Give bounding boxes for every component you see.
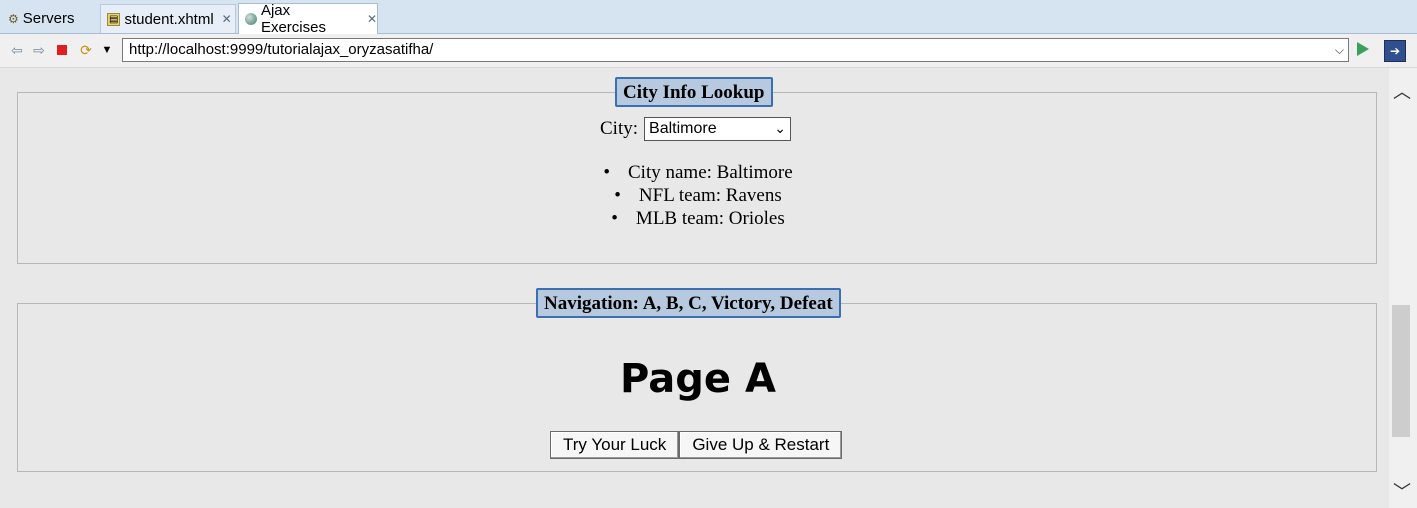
tab-label: Ajax Exercises xyxy=(260,2,326,36)
open-external-icon[interactable]: ➔ xyxy=(1384,40,1406,62)
bullet-icon: • xyxy=(614,185,621,206)
chevron-down-icon[interactable]: ▼ xyxy=(99,42,115,58)
city-info-list: • City name: Baltimore • NFL team: Ravens … xyxy=(18,161,1378,230)
bullet-icon: • xyxy=(603,162,610,183)
page-title: Page A xyxy=(620,356,776,402)
button-row: Try Your Luck Give Up & Restart xyxy=(550,431,843,459)
editor-tab-bar: ⚙ Servers ▤ student.xhtml ✕ Ajax Exercis… xyxy=(0,0,1417,36)
give-up-restart-button[interactable]: Give Up & Restart xyxy=(679,431,843,459)
url-input[interactable]: http://localhost:9999/tutorialajax_oryza… xyxy=(122,38,1349,62)
globe-icon xyxy=(245,13,257,25)
servers-icon: ⚙ xyxy=(8,11,19,26)
navigation-panel-legend: Navigation: A, B, C, Victory, Defeat xyxy=(536,288,841,318)
xhtml-file-icon: ▤ xyxy=(107,12,121,26)
scroll-down-icon[interactable]: ﹀ xyxy=(1393,478,1411,504)
browser-toolbar: ⇦ ⇨ ⟳ ▼ http://localhost:9999/tutorialaj… xyxy=(0,34,1417,68)
close-icon[interactable]: ✕ xyxy=(222,12,232,26)
city-panel-legend: City Info Lookup xyxy=(615,77,773,107)
list-item: • NFL team: Ravens xyxy=(614,185,782,206)
chevron-down-icon: ⌄ xyxy=(774,120,787,136)
scroll-up-icon[interactable]: ︿ xyxy=(1393,78,1411,104)
tab-student-xhtml[interactable]: ▤ student.xhtml ✕ xyxy=(100,4,236,33)
tab-label: Servers xyxy=(22,10,75,27)
list-item: • City name: Baltimore xyxy=(603,162,793,183)
tab-ajax-exercises[interactable]: Ajax Exercises ✕ xyxy=(238,2,378,36)
scrollbar-thumb[interactable] xyxy=(1392,305,1410,437)
stop-icon[interactable] xyxy=(54,42,70,58)
city-select[interactable]: Baltimore ⌄ xyxy=(644,117,792,141)
refresh-icon[interactable]: ⟳ xyxy=(78,42,94,58)
back-icon[interactable]: ⇦ xyxy=(9,42,25,58)
city-row: City: Baltimore ⌄ xyxy=(600,117,792,141)
try-your-luck-button[interactable]: Try Your Luck xyxy=(550,431,680,459)
city-info-panel: City Info Lookup City: Baltimore ⌄ • City… xyxy=(17,77,1378,264)
url-dropdown-icon[interactable]: ⌵ xyxy=(1335,39,1344,61)
close-icon[interactable]: ✕ xyxy=(367,12,377,26)
url-text: http://localhost:9999/tutorialajax_oryza… xyxy=(129,41,434,58)
list-item: • MLB team: Orioles xyxy=(611,208,785,229)
tab-label: student.xhtml xyxy=(124,10,214,28)
go-icon[interactable] xyxy=(1357,42,1369,56)
page-content: City Info Lookup City: Baltimore ⌄ • City… xyxy=(0,68,1389,508)
city-label: City: xyxy=(600,118,639,139)
navigation-panel: Navigation: A, B, C, Victory, Defeat Pag… xyxy=(17,288,1377,472)
tab-servers[interactable]: ⚙ Servers xyxy=(2,4,96,33)
city-select-value: Baltimore xyxy=(649,120,717,137)
vertical-scrollbar[interactable]: ︿ ﹀ xyxy=(1389,68,1417,508)
bullet-icon: • xyxy=(611,208,618,229)
forward-icon[interactable]: ⇨ xyxy=(31,42,47,58)
